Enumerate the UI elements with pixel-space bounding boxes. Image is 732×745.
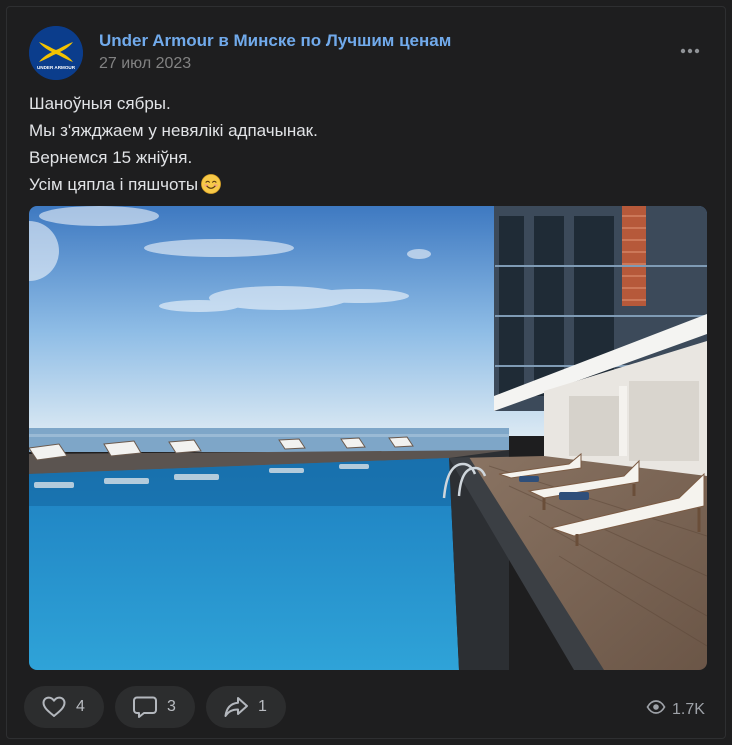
more-dots-icon[interactable] <box>677 44 703 58</box>
post-text: Шаноўныя сябры. Мы з'яжджаем у невялікі … <box>29 90 689 198</box>
post-text-line-with-emoji: Усім цяпла і пяшчоты <box>29 171 689 198</box>
under-armour-logo: UNDER ARMOUR <box>29 26 83 80</box>
share-count: 1 <box>258 698 267 715</box>
views-count: 1.7K <box>672 700 705 718</box>
views-counter: 1.7K <box>646 697 705 722</box>
post-text-line: Шаноўныя сябры. <box>29 94 171 113</box>
group-name-link[interactable]: Under Armour в Минске по Лучшим ценам <box>99 31 451 51</box>
heart-icon <box>40 693 68 721</box>
comment-bubble-icon <box>131 693 159 721</box>
avatar-text: UNDER ARMOUR <box>37 65 76 70</box>
like-count: 4 <box>76 698 85 715</box>
share-button[interactable]: 1 <box>206 686 286 728</box>
hotel-pool-image <box>29 206 707 670</box>
smiling-face-emoji <box>201 174 221 194</box>
group-avatar[interactable]: UNDER ARMOUR <box>29 26 83 80</box>
like-button[interactable]: 4 <box>24 686 104 728</box>
post-text-line: Усім цяпла і пяшчоты <box>29 175 199 194</box>
share-arrow-icon <box>222 693 250 721</box>
post-text-line: Вернемся 15 жніўня. <box>29 148 193 167</box>
post-date[interactable]: 27 июл 2023 <box>99 55 191 73</box>
post-text-line: Мы з'яжджаем у невялікі адпачынак. <box>29 121 318 140</box>
comment-count: 3 <box>167 698 176 715</box>
post-photo[interactable] <box>29 206 707 670</box>
comment-button[interactable]: 3 <box>115 686 195 728</box>
eye-icon <box>646 697 666 722</box>
